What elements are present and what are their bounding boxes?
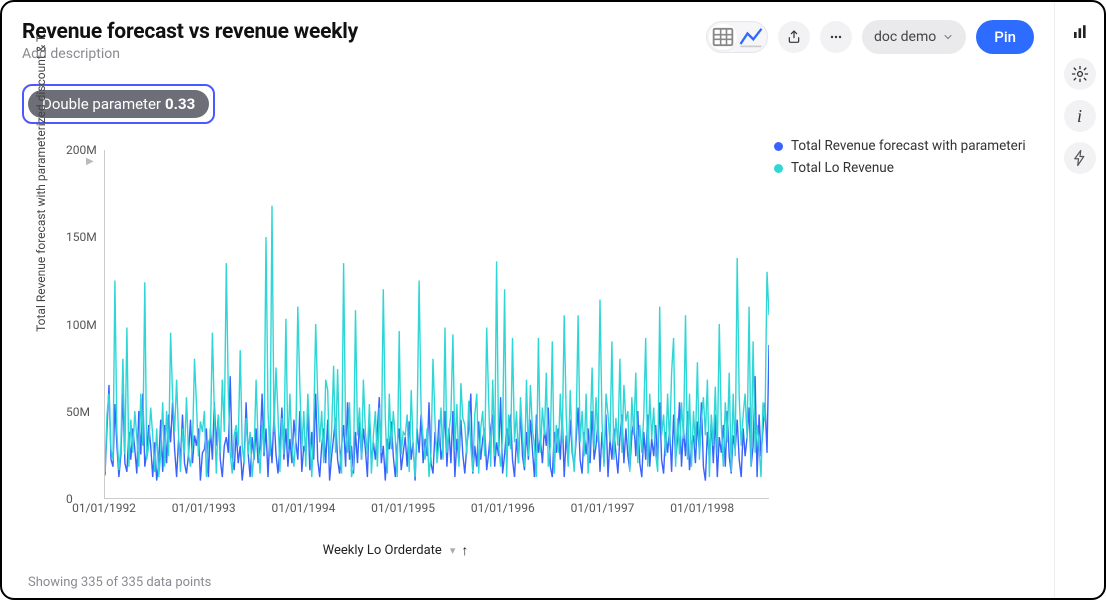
chevron-down-icon: ▾ [450,544,456,557]
y-axis-expand-icon[interactable]: ▶ [86,156,94,167]
view-toggle [706,21,768,53]
chevron-down-icon [942,31,954,43]
page-title: Revenue forecast vs revenue weekly [22,20,358,44]
table-icon [709,23,737,51]
x-axis-control[interactable]: Weekly Lo Orderdate ▾ ↑ [22,542,769,559]
more-horizontal-icon [828,29,844,45]
share-button[interactable] [778,21,810,53]
y-tick-label: 100M [66,318,97,332]
sort-ascending-icon[interactable]: ↑ [461,542,468,559]
workspace-label: doc demo [874,29,936,45]
right-rail: i [1054,2,1104,598]
parameter-value: 0.33 [165,95,195,113]
rail-info-button[interactable]: i [1064,100,1096,132]
parameter-control[interactable]: Double parameter 0.33 [22,84,215,124]
legend-item[interactable]: Total Lo Revenue [774,160,1034,176]
parameter-label: Double parameter [42,95,161,113]
bar-chart-icon [1071,23,1089,41]
chart-legend: Total Revenue forecast with parameteri To… [774,138,1034,182]
legend-item[interactable]: Total Revenue forecast with parameteri [774,138,1034,154]
description-placeholder[interactable]: Add description [22,46,358,62]
gear-icon [1071,65,1089,83]
y-axis-label[interactable]: Total Revenue forecast with parameterize… [34,5,48,355]
workspace-selector[interactable]: doc demo [862,20,966,54]
rail-lightning-button[interactable] [1064,142,1096,174]
x-tick-label: 01/01/1995 [371,501,435,515]
parameter-chip: Double parameter 0.33 [28,90,209,118]
rail-settings-button[interactable] [1064,58,1096,90]
more-button[interactable] [820,21,852,53]
chart-area: Total Revenue forecast with parameterize… [22,132,1034,575]
rail-chart-button[interactable] [1064,16,1096,48]
x-tick-label: 01/01/1996 [471,501,535,515]
y-tick-label: 50M [66,405,90,419]
legend-label: Total Lo Revenue [791,160,894,176]
x-tick-label: 01/01/1992 [72,501,136,515]
line-chart-icon [737,23,765,51]
x-tick-label: 01/01/1997 [571,501,635,515]
chart-view-button[interactable] [737,24,765,50]
x-axis-label: Weekly Lo Orderdate [323,543,442,558]
pin-button[interactable]: Pin [976,20,1034,54]
share-icon [786,29,802,45]
legend-label: Total Revenue forecast with parameteri [791,138,1026,154]
data-points-note: Showing 335 of 335 data points [22,575,1034,590]
y-tick-label: 150M [66,230,97,244]
legend-color-dot [774,142,783,151]
x-tick-label: 01/01/1993 [172,501,236,515]
lightning-icon [1071,149,1089,167]
chart-series-line [105,206,769,477]
chart-plot: ▶ 050M100M150M200M 01/01/199201/01/19930… [60,132,1034,513]
legend-color-dot [774,164,783,173]
table-view-button[interactable] [709,24,737,50]
y-tick-label: 200M [66,143,97,157]
x-tick-label: 01/01/1998 [670,501,734,515]
x-tick-label: 01/01/1994 [271,501,335,515]
